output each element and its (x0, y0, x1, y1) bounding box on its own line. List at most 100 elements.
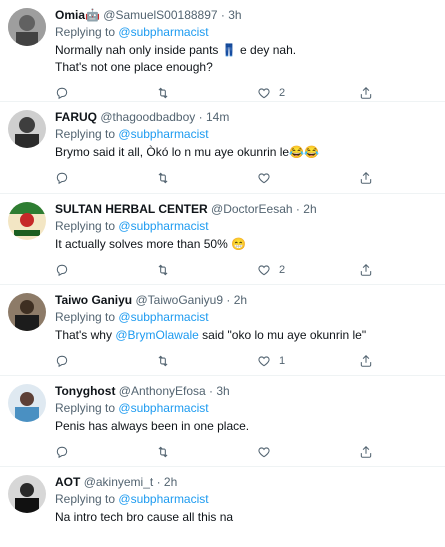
tweet-text-line: That's why @BrymOlawale said "oko lo mu … (55, 327, 433, 344)
separator: · (198, 110, 203, 124)
tweet-header: Tonyghost @AnthonyEfosa · 3h (55, 383, 433, 399)
display-name[interactable]: FARUQ (55, 110, 97, 124)
timestamp[interactable]: 2h (303, 202, 316, 216)
tweet-actions (55, 165, 433, 195)
tweet-text-segment: said "oko lo mu aye okunrin le" (198, 328, 367, 342)
user-handle[interactable]: @akinyemi_t (84, 475, 154, 489)
tweet[interactable]: Taiwo Ganiyu @TaiwoGaniyu9 · 2h Replying… (0, 285, 445, 376)
replying-to: Replying to @subpharmacist (55, 400, 433, 417)
replying-to: Replying to @subpharmacist (55, 24, 433, 41)
reply-button[interactable] (55, 171, 77, 185)
tweet-text: Normally nah only inside pants 👖 e dey n… (55, 42, 433, 76)
tweet-text-segment: That's why (55, 328, 116, 342)
user-handle[interactable]: @AnthonyEfosa (119, 384, 206, 398)
retweet-button[interactable] (156, 445, 178, 459)
like-count: 2 (279, 87, 286, 99)
reply-button[interactable] (55, 445, 77, 459)
tweet[interactable]: SULTAN HERBAL CENTER @DoctorEesah · 2h R… (0, 194, 445, 285)
tweet-text-line: Brymo said it all, Òkó lo n mu aye okunr… (55, 145, 319, 159)
share-icon (360, 446, 372, 458)
tweet-header: FARUQ @thagoodbadboy · 14m (55, 109, 433, 125)
share-button[interactable] (359, 445, 373, 459)
retweet-button[interactable] (156, 86, 178, 100)
heart-icon (258, 356, 270, 367)
tweet-actions: 2 (55, 257, 433, 287)
reply-icon (56, 446, 68, 459)
tweet-text: Penis has always been in one place. (55, 418, 433, 435)
reply-icon (56, 355, 68, 368)
replying-to-mention[interactable]: @subpharmacist (118, 310, 208, 324)
heart-icon (258, 447, 270, 458)
reply-icon (56, 87, 68, 100)
retweet-button[interactable] (156, 354, 178, 368)
avatar[interactable] (8, 384, 46, 422)
avatar[interactable] (8, 202, 46, 240)
retweet-button[interactable] (156, 263, 178, 277)
tweet-header: Omia🤖 @SamuelS00188897 · 3h (55, 7, 433, 23)
replying-to: Replying to @subpharmacist (55, 491, 433, 508)
retweet-icon (158, 87, 168, 99)
tweet[interactable]: Tonyghost @AnthonyEfosa · 3h Replying to… (0, 376, 445, 467)
like-button[interactable]: 1 (257, 354, 285, 368)
user-handle[interactable]: @thagoodbadboy (100, 110, 195, 124)
timestamp[interactable]: 2h (164, 475, 177, 489)
reply-icon (56, 172, 68, 185)
tweet-text: Brymo said it all, Òkó lo n mu aye okunr… (55, 144, 433, 161)
replying-to-label: Replying to (55, 127, 116, 141)
share-button[interactable] (359, 263, 373, 277)
tweet-header: SULTAN HERBAL CENTER @DoctorEesah · 2h (55, 201, 433, 217)
user-handle[interactable]: @TaiwoGaniyu9 (135, 293, 223, 307)
tweet-text-line: It actually solves more than 50% 😁 (55, 237, 247, 251)
timestamp[interactable]: 2h (234, 293, 247, 307)
display-name[interactable]: Taiwo Ganiyu (55, 293, 132, 307)
tweet[interactable]: Omia🤖 @SamuelS00188897 · 3h Replying to … (0, 0, 445, 102)
replying-to-mention[interactable]: @subpharmacist (118, 219, 208, 233)
share-button[interactable] (359, 86, 373, 100)
replying-to-mention[interactable]: @subpharmacist (118, 25, 208, 39)
separator: · (220, 8, 225, 22)
avatar[interactable] (8, 8, 46, 46)
user-handle[interactable]: @DoctorEesah (211, 202, 293, 216)
display-name[interactable]: Omia🤖 (55, 8, 100, 22)
display-name[interactable]: SULTAN HERBAL CENTER (55, 202, 208, 216)
share-icon (360, 172, 372, 184)
tweet[interactable]: AOT @akinyemi_t · 2h Replying to @subpha… (0, 467, 445, 547)
tweet-text-line: Na intro tech bro cause all this na (55, 510, 234, 524)
display-name[interactable]: Tonyghost (55, 384, 115, 398)
tweet-text-line: Penis has always been in one place. (55, 419, 250, 433)
like-button[interactable] (257, 445, 279, 459)
timestamp[interactable]: 14m (206, 110, 229, 124)
replying-to-mention[interactable]: @subpharmacist (118, 492, 208, 506)
reply-button[interactable] (55, 263, 77, 277)
timestamp[interactable]: 3h (228, 8, 241, 22)
tweet-text: That's why @BrymOlawale said "oko lo mu … (55, 327, 433, 344)
avatar[interactable] (8, 293, 46, 331)
replying-to-label: Replying to (55, 219, 116, 233)
tweet-text: Na intro tech bro cause all this na (55, 509, 433, 526)
tweet-header: Taiwo Ganiyu @TaiwoGaniyu9 · 2h (55, 292, 433, 308)
avatar[interactable] (8, 110, 46, 148)
replying-to-label: Replying to (55, 25, 116, 39)
replying-to-mention[interactable]: @subpharmacist (118, 401, 208, 415)
like-button[interactable]: 2 (257, 86, 285, 100)
text-mention[interactable]: @BrymOlawale (115, 328, 199, 342)
avatar[interactable] (8, 475, 46, 513)
reply-button[interactable] (55, 86, 77, 100)
replying-to: Replying to @subpharmacist (55, 218, 433, 235)
user-handle[interactable]: @SamuelS00188897 (103, 8, 217, 22)
tweet[interactable]: FARUQ @thagoodbadboy · 14m Replying to @… (0, 102, 445, 194)
share-icon (360, 87, 372, 99)
share-button[interactable] (359, 354, 373, 368)
like-button[interactable] (257, 171, 279, 185)
share-button[interactable] (359, 171, 373, 185)
reply-button[interactable] (55, 354, 77, 368)
replying-to-mention[interactable]: @subpharmacist (118, 127, 208, 141)
display-name[interactable]: AOT (55, 475, 80, 489)
retweet-button[interactable] (156, 171, 178, 185)
like-count: 2 (279, 264, 286, 276)
retweet-icon (158, 172, 168, 184)
replying-to: Replying to @subpharmacist (55, 126, 433, 143)
like-button[interactable]: 2 (257, 263, 285, 277)
tweet-actions (55, 439, 433, 469)
timestamp[interactable]: 3h (216, 384, 229, 398)
